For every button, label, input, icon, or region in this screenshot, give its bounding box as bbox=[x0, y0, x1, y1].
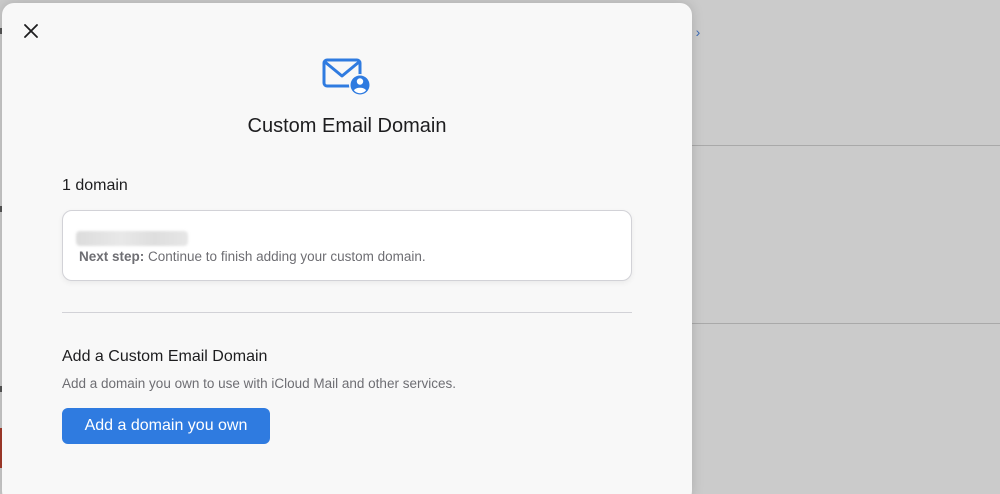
mail-person-icon bbox=[322, 57, 374, 101]
section-divider bbox=[62, 312, 632, 313]
close-icon bbox=[24, 23, 38, 43]
domain-name-redacted bbox=[76, 231, 188, 246]
domain-count-label: 1 domain bbox=[62, 177, 128, 194]
domain-card[interactable]: Next step: Continue to finish adding you… bbox=[62, 210, 632, 281]
next-step-label: Next step: bbox=[79, 249, 145, 264]
add-domain-button[interactable]: Add a domain you own bbox=[62, 408, 270, 444]
custom-email-domain-dialog: Custom Email Domain 1 domain Next step: … bbox=[2, 3, 692, 494]
add-domain-section-description: Add a domain you own to use with iCloud … bbox=[62, 376, 456, 391]
add-domain-section-title: Add a Custom Email Domain bbox=[62, 348, 268, 365]
next-step-text: Next step: Continue to finish adding you… bbox=[79, 249, 426, 264]
background-divider bbox=[692, 145, 1000, 146]
dialog-title: Custom Email Domain bbox=[247, 115, 447, 137]
close-button[interactable] bbox=[20, 22, 42, 44]
background-divider bbox=[692, 323, 1000, 324]
next-step-message: Continue to finish adding your custom do… bbox=[144, 249, 426, 264]
